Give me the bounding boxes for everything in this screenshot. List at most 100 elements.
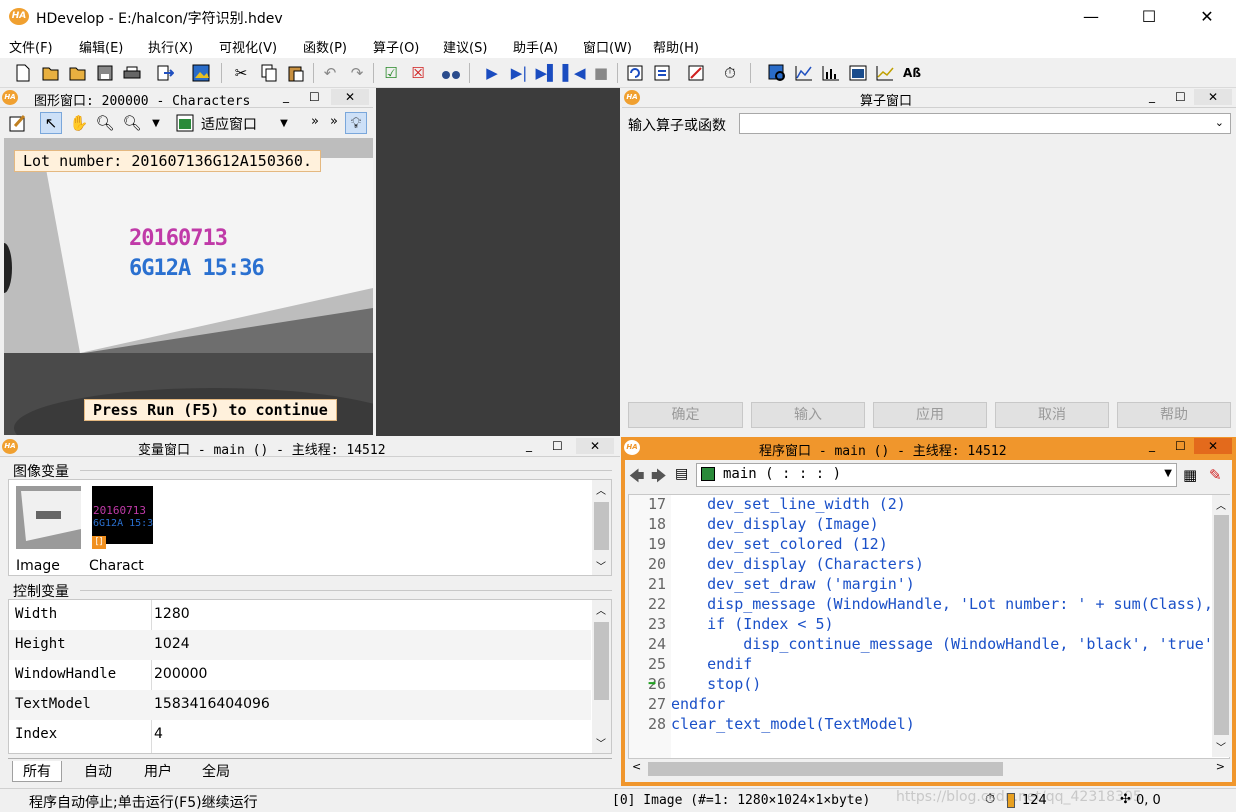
zoom-image-icon[interactable]: [766, 62, 788, 84]
new-file-icon[interactable]: [12, 62, 34, 84]
run-icon[interactable]: ▶: [481, 62, 503, 84]
chevron-down-icon[interactable]: ⌄: [1215, 116, 1224, 129]
back-arrow-icon[interactable]: 🡄: [629, 466, 645, 491]
find-icon[interactable]: [440, 62, 462, 84]
minimize-button[interactable]: —: [1062, 0, 1120, 34]
stop-icon[interactable]: ■: [590, 62, 612, 84]
edit-icon[interactable]: [7, 112, 29, 134]
reset-program-icon[interactable]: [624, 62, 646, 84]
menu-help[interactable]: 帮助(H): [653, 37, 699, 56]
cancel-button[interactable]: 取消: [995, 402, 1109, 428]
read-image-icon[interactable]: [190, 62, 212, 84]
table-row[interactable]: Width 1280: [9, 600, 591, 630]
overflow-chevron-icon[interactable]: »: [330, 114, 338, 129]
export-icon[interactable]: [154, 62, 176, 84]
tab-global[interactable]: 全局: [196, 761, 236, 781]
procedure-settings-icon[interactable]: ▦: [1183, 466, 1197, 484]
enter-button[interactable]: 输入: [751, 402, 865, 428]
breakpoint-icon[interactable]: [685, 62, 707, 84]
pointer-icon[interactable]: ↖: [40, 112, 62, 134]
vertical-scrollbar[interactable]: ︿ ﹀: [1212, 495, 1231, 757]
redo-icon[interactable]: ↷: [346, 62, 368, 84]
region-features-icon[interactable]: [847, 62, 869, 84]
operator-input-combobox[interactable]: ⌄: [739, 113, 1231, 134]
menu-edit[interactable]: 编辑(E): [79, 37, 123, 56]
feature-histogram-icon[interactable]: [874, 62, 896, 84]
window-title: HDevelop - E:/halcon/字符识别.hdev: [36, 11, 283, 27]
panel-close-button[interactable]: ✕: [331, 89, 369, 105]
zoom-dropdown-icon[interactable]: ▼: [145, 112, 167, 134]
image-display[interactable]: 20160713 6G12A 15:36 Lot number: 2016071…: [4, 138, 373, 435]
move-hand-icon[interactable]: ✋: [68, 112, 90, 134]
delete-procedure-icon[interactable]: ✎: [1209, 466, 1222, 484]
panel-maximize-button[interactable]: ☐: [552, 439, 563, 453]
menu-execute[interactable]: 执行(X): [148, 37, 193, 56]
panel-maximize-button[interactable]: ☐: [1175, 439, 1186, 453]
image-thumbnail[interactable]: [16, 486, 81, 549]
undo-icon[interactable]: ↶: [319, 62, 341, 84]
maximize-button[interactable]: ☐: [1120, 0, 1178, 34]
forward-arrow-icon[interactable]: 🡆: [651, 466, 667, 491]
fit-dropdown-icon[interactable]: ▼: [273, 112, 295, 134]
operator-input-label: 输入算子或函数: [628, 118, 726, 134]
horizontal-scrollbar[interactable]: < >: [628, 760, 1231, 778]
panel-close-button[interactable]: ✕: [576, 438, 614, 454]
help-button[interactable]: 帮助: [1117, 402, 1231, 428]
menu-assistants[interactable]: 助手(A): [513, 37, 558, 56]
panel-minimize-button[interactable]: _: [526, 438, 532, 452]
reset-step-icon[interactable]: [651, 62, 673, 84]
scrollbar[interactable]: ︿ ﹀: [592, 600, 611, 753]
table-row[interactable]: Index 4: [9, 720, 591, 750]
close-button[interactable]: ✕: [1178, 0, 1236, 34]
table-row[interactable]: Height 1024: [9, 630, 591, 660]
procedure-selector[interactable]: main ( : : : ) ▼: [696, 463, 1177, 487]
line-profile-icon[interactable]: [820, 62, 842, 84]
menu-suggestions[interactable]: 建议(S): [443, 37, 487, 56]
menu-window[interactable]: 窗口(W): [583, 37, 632, 56]
cut-icon[interactable]: ✂: [230, 62, 252, 84]
apply-button[interactable]: 应用: [873, 402, 987, 428]
panel-minimize-button[interactable]: _: [283, 89, 289, 103]
fit-window-label[interactable]: 适应窗口: [201, 114, 257, 134]
tab-auto[interactable]: 自动: [78, 761, 118, 781]
step-over-icon[interactable]: ▶|: [508, 62, 530, 84]
step-backward-icon[interactable]: ▌◀: [562, 62, 585, 84]
tab-user[interactable]: 用户: [138, 761, 178, 781]
fit-window-icon[interactable]: [174, 112, 196, 134]
copy-icon[interactable]: [258, 62, 280, 84]
chevron-down-icon[interactable]: ▼: [1164, 468, 1172, 479]
tab-all[interactable]: 所有: [12, 761, 62, 782]
overflow-chevron-icon[interactable]: »: [311, 114, 319, 129]
open-file-icon[interactable]: [40, 62, 62, 84]
menu-functions[interactable]: 函数(P): [303, 37, 347, 56]
panel-maximize-button[interactable]: ☐: [309, 90, 320, 104]
panel-close-button[interactable]: ✕: [1194, 89, 1232, 105]
scrollbar[interactable]: ︿ ﹀: [592, 480, 611, 575]
procedure-icon[interactable]: ▤: [675, 466, 688, 482]
save-icon[interactable]: [94, 62, 116, 84]
profiler-icon[interactable]: ⏱: [719, 62, 741, 84]
table-row[interactable]: WindowHandle 200000: [9, 660, 591, 690]
panel-close-button[interactable]: ✕: [1194, 438, 1232, 454]
step-forward-icon[interactable]: ▶▌: [535, 62, 558, 84]
zoom-in-icon[interactable]: 🔍︎: [121, 112, 143, 134]
activate-line-icon[interactable]: ☑: [380, 62, 402, 84]
menu-file[interactable]: 文件(F): [9, 37, 53, 56]
watermark: https://blog.csdn.net/qq_42318305: [896, 789, 1142, 805]
panel-minimize-button[interactable]: _: [1149, 89, 1155, 103]
paste-icon[interactable]: [285, 62, 307, 84]
panel-minimize-button[interactable]: _: [1149, 438, 1155, 452]
zoom-icon[interactable]: 🔍︎: [94, 112, 116, 134]
print-icon[interactable]: [121, 62, 143, 84]
menu-visualize[interactable]: 可视化(V): [219, 37, 277, 56]
gray-histogram-icon[interactable]: [793, 62, 815, 84]
ok-button[interactable]: 确定: [628, 402, 743, 428]
deactivate-line-icon[interactable]: ☒: [407, 62, 429, 84]
status-bar: 程序自动停止;单击运行(F5)继续运行 [0] Image (#=1: 1280…: [0, 788, 1236, 812]
menu-operators[interactable]: 算子(O): [373, 37, 419, 56]
ocr-assistant-icon[interactable]: Aß: [901, 62, 923, 84]
table-row[interactable]: TextModel 1583416404096: [9, 690, 591, 720]
lightbulb-icon[interactable]: 💡︎: [345, 112, 367, 134]
open-recent-icon[interactable]: [67, 62, 89, 84]
panel-maximize-button[interactable]: ☐: [1175, 90, 1186, 104]
